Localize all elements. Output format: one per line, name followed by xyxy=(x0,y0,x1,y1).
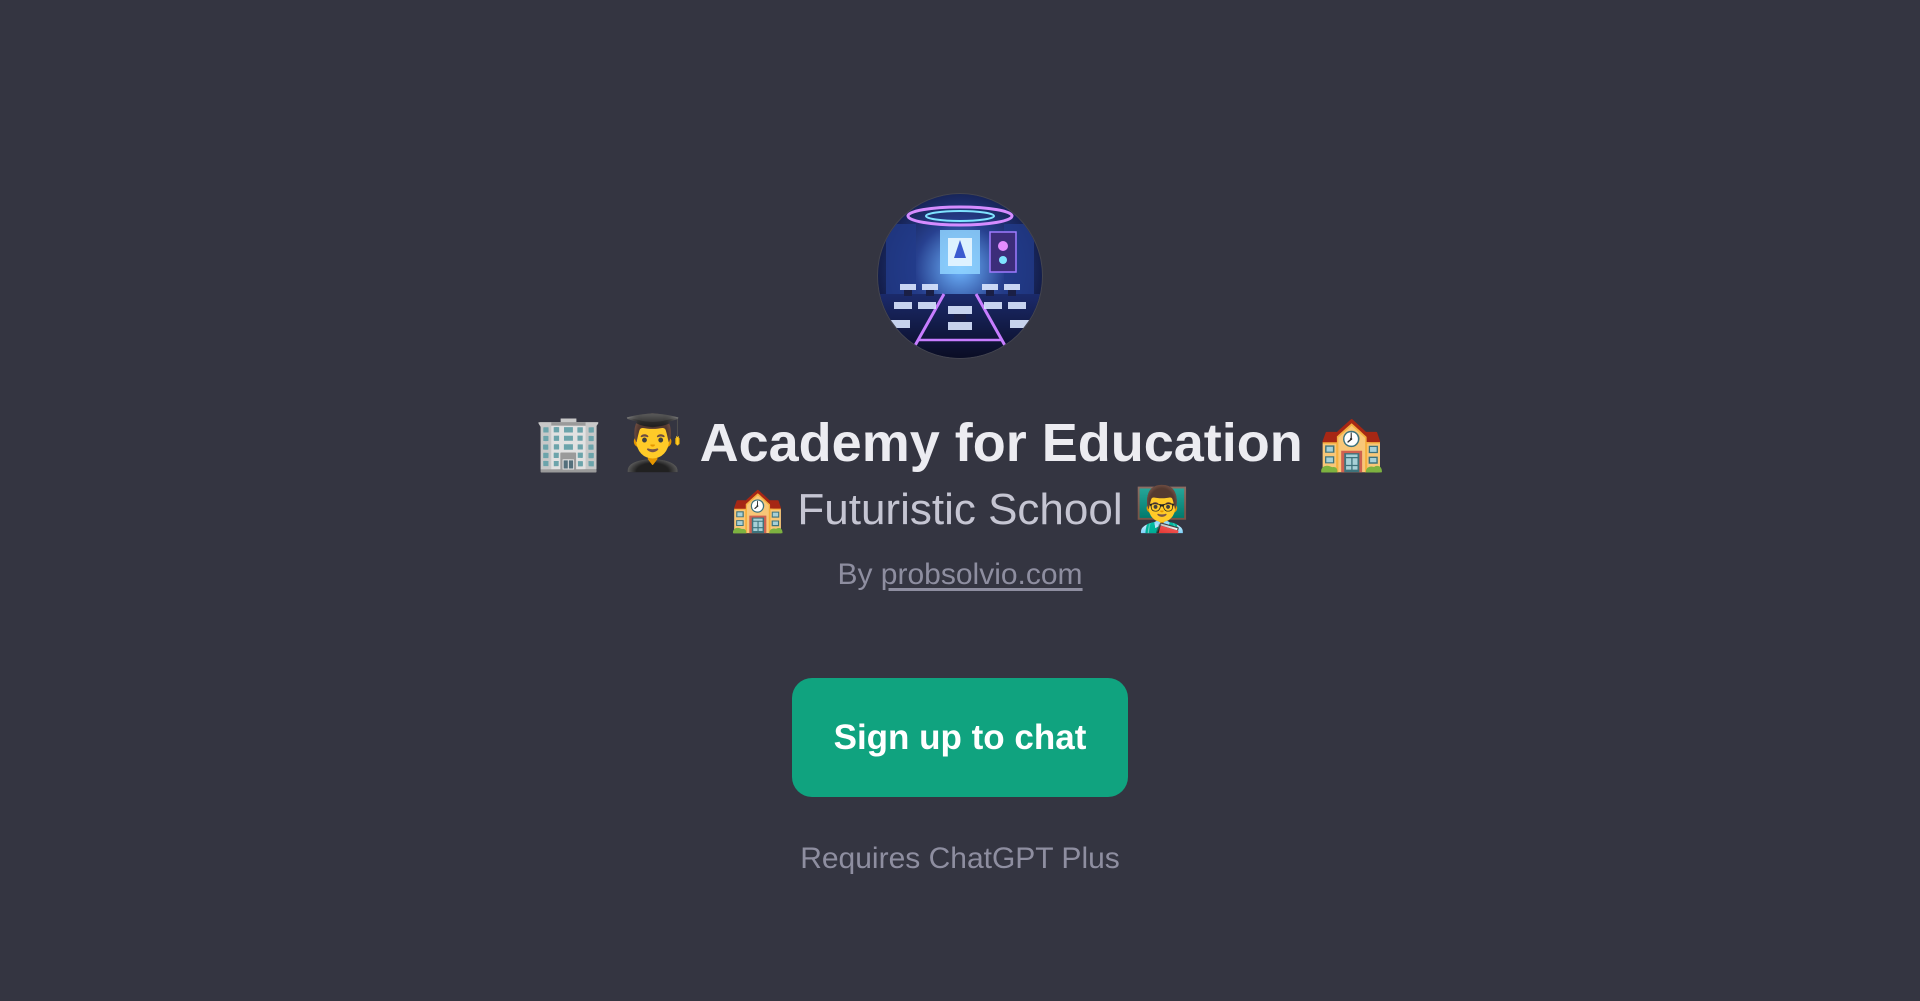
gpt-title-text: Academy for Education xyxy=(699,413,1303,473)
gpt-landing-page: 🏢 👨‍🎓 Academy for Education 🏫 🏫 Futurist… xyxy=(0,0,1920,1001)
futuristic-classroom-image xyxy=(878,194,1042,358)
gpt-title: 🏢 👨‍🎓 Academy for Education 🏫 xyxy=(0,405,1920,481)
author-link[interactable]: probsolvio.com xyxy=(881,558,1083,591)
man-teacher-icon: 👨‍🏫 xyxy=(1134,484,1190,535)
gpt-description: 🏫 Futuristic School 👨‍🏫 xyxy=(0,478,1920,542)
author-byline: By probsolvio.com xyxy=(0,553,1920,597)
school-icon: 🏫 xyxy=(730,484,786,535)
sign-up-to-chat-button[interactable]: Sign up to chat xyxy=(792,678,1128,797)
title-prefix-icons: 🏢 👨‍🎓 xyxy=(534,411,687,474)
requires-plus-note: Requires ChatGPT Plus xyxy=(800,842,1120,875)
gpt-avatar xyxy=(878,194,1042,358)
by-label: By xyxy=(837,558,873,591)
school-icon: 🏫 xyxy=(1317,411,1386,474)
gpt-description-text: Futuristic School xyxy=(797,485,1123,534)
